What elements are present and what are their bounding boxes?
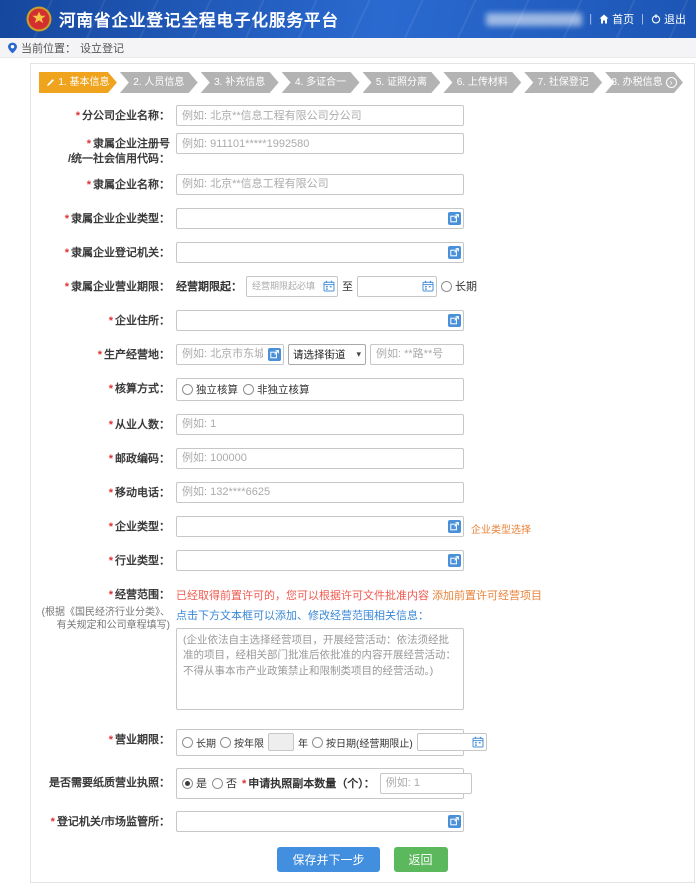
save-next-button[interactable]: 保存并下一步 <box>277 847 379 872</box>
business-term-years-radio[interactable]: 按年限 <box>220 735 264 750</box>
parent-reg-authority-input[interactable] <box>176 242 464 263</box>
picker-icon[interactable] <box>448 815 461 828</box>
scope-warning-text: 已经取得前置许可的，您可以根据许可文件批准内容 添加前置许可经营项目 <box>176 587 676 603</box>
company-type-select-link[interactable]: 企业类型选择 <box>471 521 531 536</box>
home-icon <box>599 14 609 24</box>
picker-icon[interactable] <box>268 348 281 361</box>
picker-icon[interactable] <box>448 314 461 327</box>
step-tab-multi-cert[interactable]: 4. 多证合一 <box>282 72 360 93</box>
paper-license-yes-radio[interactable]: 是 <box>182 775 207 791</box>
page-title: 河南省企业登记全程电子化服务平台 <box>59 7 339 31</box>
term-longterm-radio[interactable]: 长期 <box>441 278 477 294</box>
step-tab-cert-separation[interactable]: 5. 证照分离 <box>363 72 441 93</box>
accounting-independent-radio[interactable]: 独立核算 <box>182 382 238 397</box>
paper-license-no-radio[interactable]: 否 <box>212 775 237 791</box>
add-pre-permit-link[interactable]: 添加前置许可经营项目 <box>432 590 542 602</box>
home-link[interactable]: 首页 <box>599 11 634 27</box>
chevron-down-icon: ▾ <box>356 349 361 360</box>
picker-icon[interactable] <box>448 212 461 225</box>
parent-code-input[interactable] <box>176 133 464 154</box>
business-term-long-radio[interactable]: 长期 <box>182 735 216 750</box>
step-tab-tax-info[interactable]: 8. 办税信息 › <box>605 72 683 93</box>
breadcrumb-value: 设立登记 <box>80 40 124 56</box>
parent-type-input[interactable] <box>176 208 464 229</box>
breadcrumb-label: 当前位置： <box>21 40 76 56</box>
step-tab-upload-materials[interactable]: 6. 上传材料 <box>443 72 521 93</box>
calendar-icon[interactable] <box>323 280 335 292</box>
user-name-blurred <box>486 13 582 26</box>
app-header: 河南省企业登记全程电子化服务平台 | 首页 | 退出 <box>0 0 696 38</box>
business-scope-textarea[interactable]: (企业依法自主选择经营项目，开展经营活动：依法须经批准的项目，经相关部门批准后依… <box>176 628 464 710</box>
step-tab-personnel-info[interactable]: 2. 人员信息 <box>120 72 198 93</box>
form-actions: 保存并下一步 返回 <box>38 847 687 872</box>
location-pin-icon <box>8 42 17 54</box>
power-icon <box>651 14 661 24</box>
brand: 河南省企业登记全程电子化服务平台 <box>26 6 339 32</box>
picker-icon[interactable] <box>448 520 461 533</box>
mobile-input[interactable] <box>176 482 464 503</box>
calendar-icon[interactable] <box>422 280 434 292</box>
pencil-icon <box>46 78 55 87</box>
step-tabs: 1. 基本信息 2. 人员信息 3. 补充信息 4. 多证合一 5. 证照分离 … <box>39 72 686 93</box>
industry-type-input[interactable] <box>176 550 464 571</box>
business-term-date-radio[interactable]: 按日期(经营期限止) <box>312 735 413 750</box>
company-type-input[interactable] <box>176 516 464 537</box>
basic-info-form: *分公司企业名称： *隶属企业注册号 /统一社会信用代码： *隶属企业名称： *… <box>38 105 687 872</box>
operation-detail-input[interactable] <box>370 344 464 365</box>
license-copies-input[interactable] <box>380 773 472 794</box>
accounting-non-independent-radio[interactable]: 非独立核算 <box>243 382 310 397</box>
street-select[interactable]: 请选择街道 ▾ <box>288 344 366 365</box>
reg-authority-input[interactable] <box>176 811 464 832</box>
calendar-icon[interactable] <box>472 736 484 748</box>
step-tab-basic-info[interactable]: 1. 基本信息 <box>39 72 117 93</box>
parent-name-input[interactable] <box>176 174 464 195</box>
address-input[interactable] <box>176 310 464 331</box>
branch-name-input[interactable] <box>176 105 464 126</box>
main-panel: 1. 基本信息 2. 人员信息 3. 补充信息 4. 多证合一 5. 证照分离 … <box>30 63 695 883</box>
logout-link[interactable]: 退出 <box>651 11 686 27</box>
header-nav: | 首页 | 退出 <box>486 11 686 27</box>
scope-tip-text: 点击下方文本框可以添加、修改经营范围相关信息： <box>176 607 676 623</box>
chevron-right-circle-icon: › <box>666 77 677 88</box>
back-button[interactable]: 返回 <box>394 847 448 872</box>
national-emblem-icon <box>26 6 52 32</box>
step-tab-social-security[interactable]: 7. 社保登记 <box>524 72 602 93</box>
postcode-input[interactable] <box>176 448 464 469</box>
picker-icon[interactable] <box>448 554 461 567</box>
term-years-input[interactable] <box>268 733 294 751</box>
step-tab-supplement-info[interactable]: 3. 补充信息 <box>201 72 279 93</box>
picker-icon[interactable] <box>448 246 461 259</box>
breadcrumb: 当前位置： 设立登记 <box>0 38 696 58</box>
business-scope-note: (根据《国民经济行业分类》、有关规定和公司章程填写) <box>38 606 170 633</box>
employees-input[interactable] <box>176 414 464 435</box>
